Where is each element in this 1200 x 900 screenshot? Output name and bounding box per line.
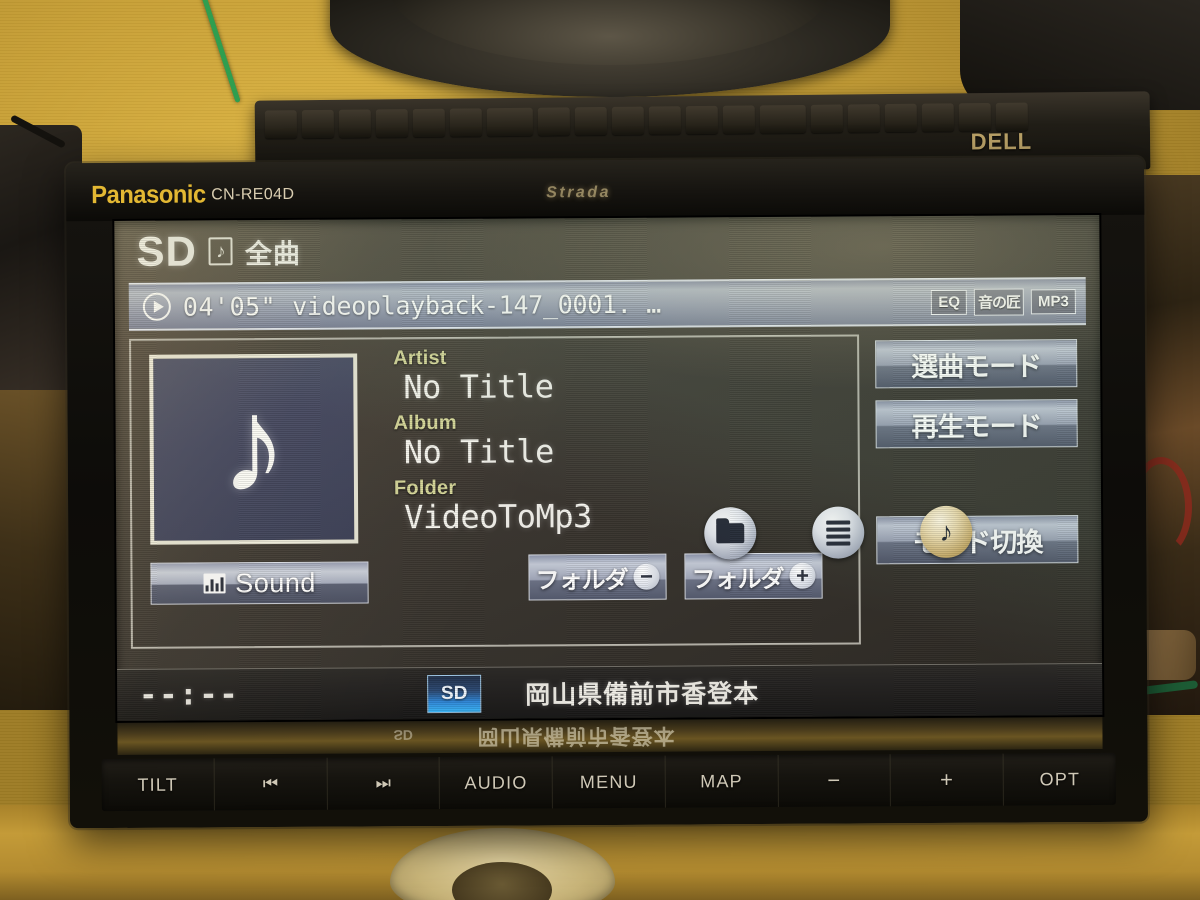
folder-prev-button[interactable]: フォルダ −: [528, 553, 667, 601]
track-select-mode-button[interactable]: 選曲モード: [875, 339, 1078, 389]
now-playing-panel: ♪ Artist No Title Album No Title Folder …: [129, 334, 861, 649]
artist-value: No Title: [403, 367, 554, 407]
list-browse-button[interactable]: [812, 506, 865, 559]
tilt-button[interactable]: TILT: [101, 758, 215, 812]
play-mode-label: 再生モード: [911, 410, 1042, 442]
list-icon: [826, 520, 851, 546]
folder-next-button[interactable]: フォルダ +: [684, 552, 823, 600]
current-location-text: 岡山県備前市香登本: [525, 679, 760, 710]
photo-scene: DELL Panasonic CN-RE04D Strada SD 全曲 04'…: [0, 0, 1200, 900]
dell-logo: DELL: [970, 127, 1033, 155]
sound-button-label: Sound: [235, 567, 316, 598]
sd-badge-label: SD: [440, 682, 468, 704]
source-header: SD 全曲: [114, 215, 1099, 283]
badge-oto-no-takumi[interactable]: 音の匠: [973, 287, 1025, 316]
sound-button[interactable]: Sound: [150, 561, 369, 605]
badge-eq[interactable]: EQ: [931, 289, 968, 315]
now-playing-bar[interactable]: 04'05" videoplayback-147_0001. … EQ 音の匠 …: [128, 277, 1086, 331]
music-file-icon: [208, 237, 233, 266]
map-button[interactable]: MAP: [665, 754, 779, 808]
track-title: videoplayback-147_0001. …: [292, 289, 662, 321]
playback-mode-label: 全曲: [244, 238, 301, 269]
folder-browse-button[interactable]: [704, 507, 757, 560]
equalizer-icon: [203, 573, 226, 594]
reflection-location-text: 岡山県備前市香登本: [477, 723, 676, 748]
album-art-placeholder: ♪: [149, 353, 359, 545]
music-note-icon: ♪: [939, 516, 954, 547]
car-stereo-head-unit: Panasonic CN-RE04D Strada SD 全曲 04'05" v…: [65, 156, 1149, 829]
folder-next-label: フォルダ: [691, 565, 784, 593]
keyboard-keys: [264, 102, 1028, 139]
menu-button[interactable]: MENU: [552, 755, 666, 809]
track-select-mode-label: 選曲モード: [911, 350, 1042, 382]
lcd-screen[interactable]: SD 全曲 04'05" videoplayback-147_0001. … E…: [114, 214, 1103, 721]
bezel-reflection: SD 岡山県備前市香登本: [117, 716, 1103, 755]
sd-media-badge: SD: [427, 674, 482, 713]
hardware-button-row: TILT ⏮ ⏭ AUDIO MENU MAP − + OPT: [101, 752, 1116, 812]
badge-mp3: MP3: [1030, 288, 1076, 314]
source-label: SD: [136, 227, 198, 275]
track-badge-group: EQ 音の匠 MP3: [931, 287, 1076, 316]
plus-icon: +: [789, 562, 816, 589]
status-bar: --:-- SD 岡山県備前市香登本: [117, 662, 1103, 721]
play-mode-button[interactable]: 再生モード: [875, 399, 1078, 449]
panasonic-logo: Panasonic: [91, 180, 206, 210]
music-note-icon: ♪: [219, 368, 288, 520]
volume-down-button[interactable]: −: [778, 754, 892, 807]
track-elapsed-time: 04'05": [182, 291, 277, 322]
previous-track-button[interactable]: ⏮: [214, 757, 328, 811]
track-browse-button[interactable]: ♪: [920, 505, 973, 559]
minus-icon: −: [633, 563, 660, 590]
folder-icon: [716, 523, 745, 544]
nav-circle-group: ♪: [704, 505, 973, 560]
model-number: CN-RE04D: [211, 185, 295, 204]
play-circle-icon: [142, 292, 171, 321]
background-clutter-left-lower: [0, 390, 74, 710]
audio-button[interactable]: AUDIO: [439, 756, 554, 810]
next-track-button[interactable]: ⏭: [327, 757, 441, 810]
opt-button[interactable]: OPT: [1004, 753, 1116, 806]
strada-logo: Strada: [546, 183, 612, 202]
volume-up-button[interactable]: +: [891, 753, 1005, 807]
album-value: No Title: [403, 432, 554, 472]
folder-prev-label: フォルダ: [535, 566, 628, 594]
reflection-sd-badge: SD: [393, 727, 413, 744]
clock-display: --:--: [139, 677, 240, 713]
